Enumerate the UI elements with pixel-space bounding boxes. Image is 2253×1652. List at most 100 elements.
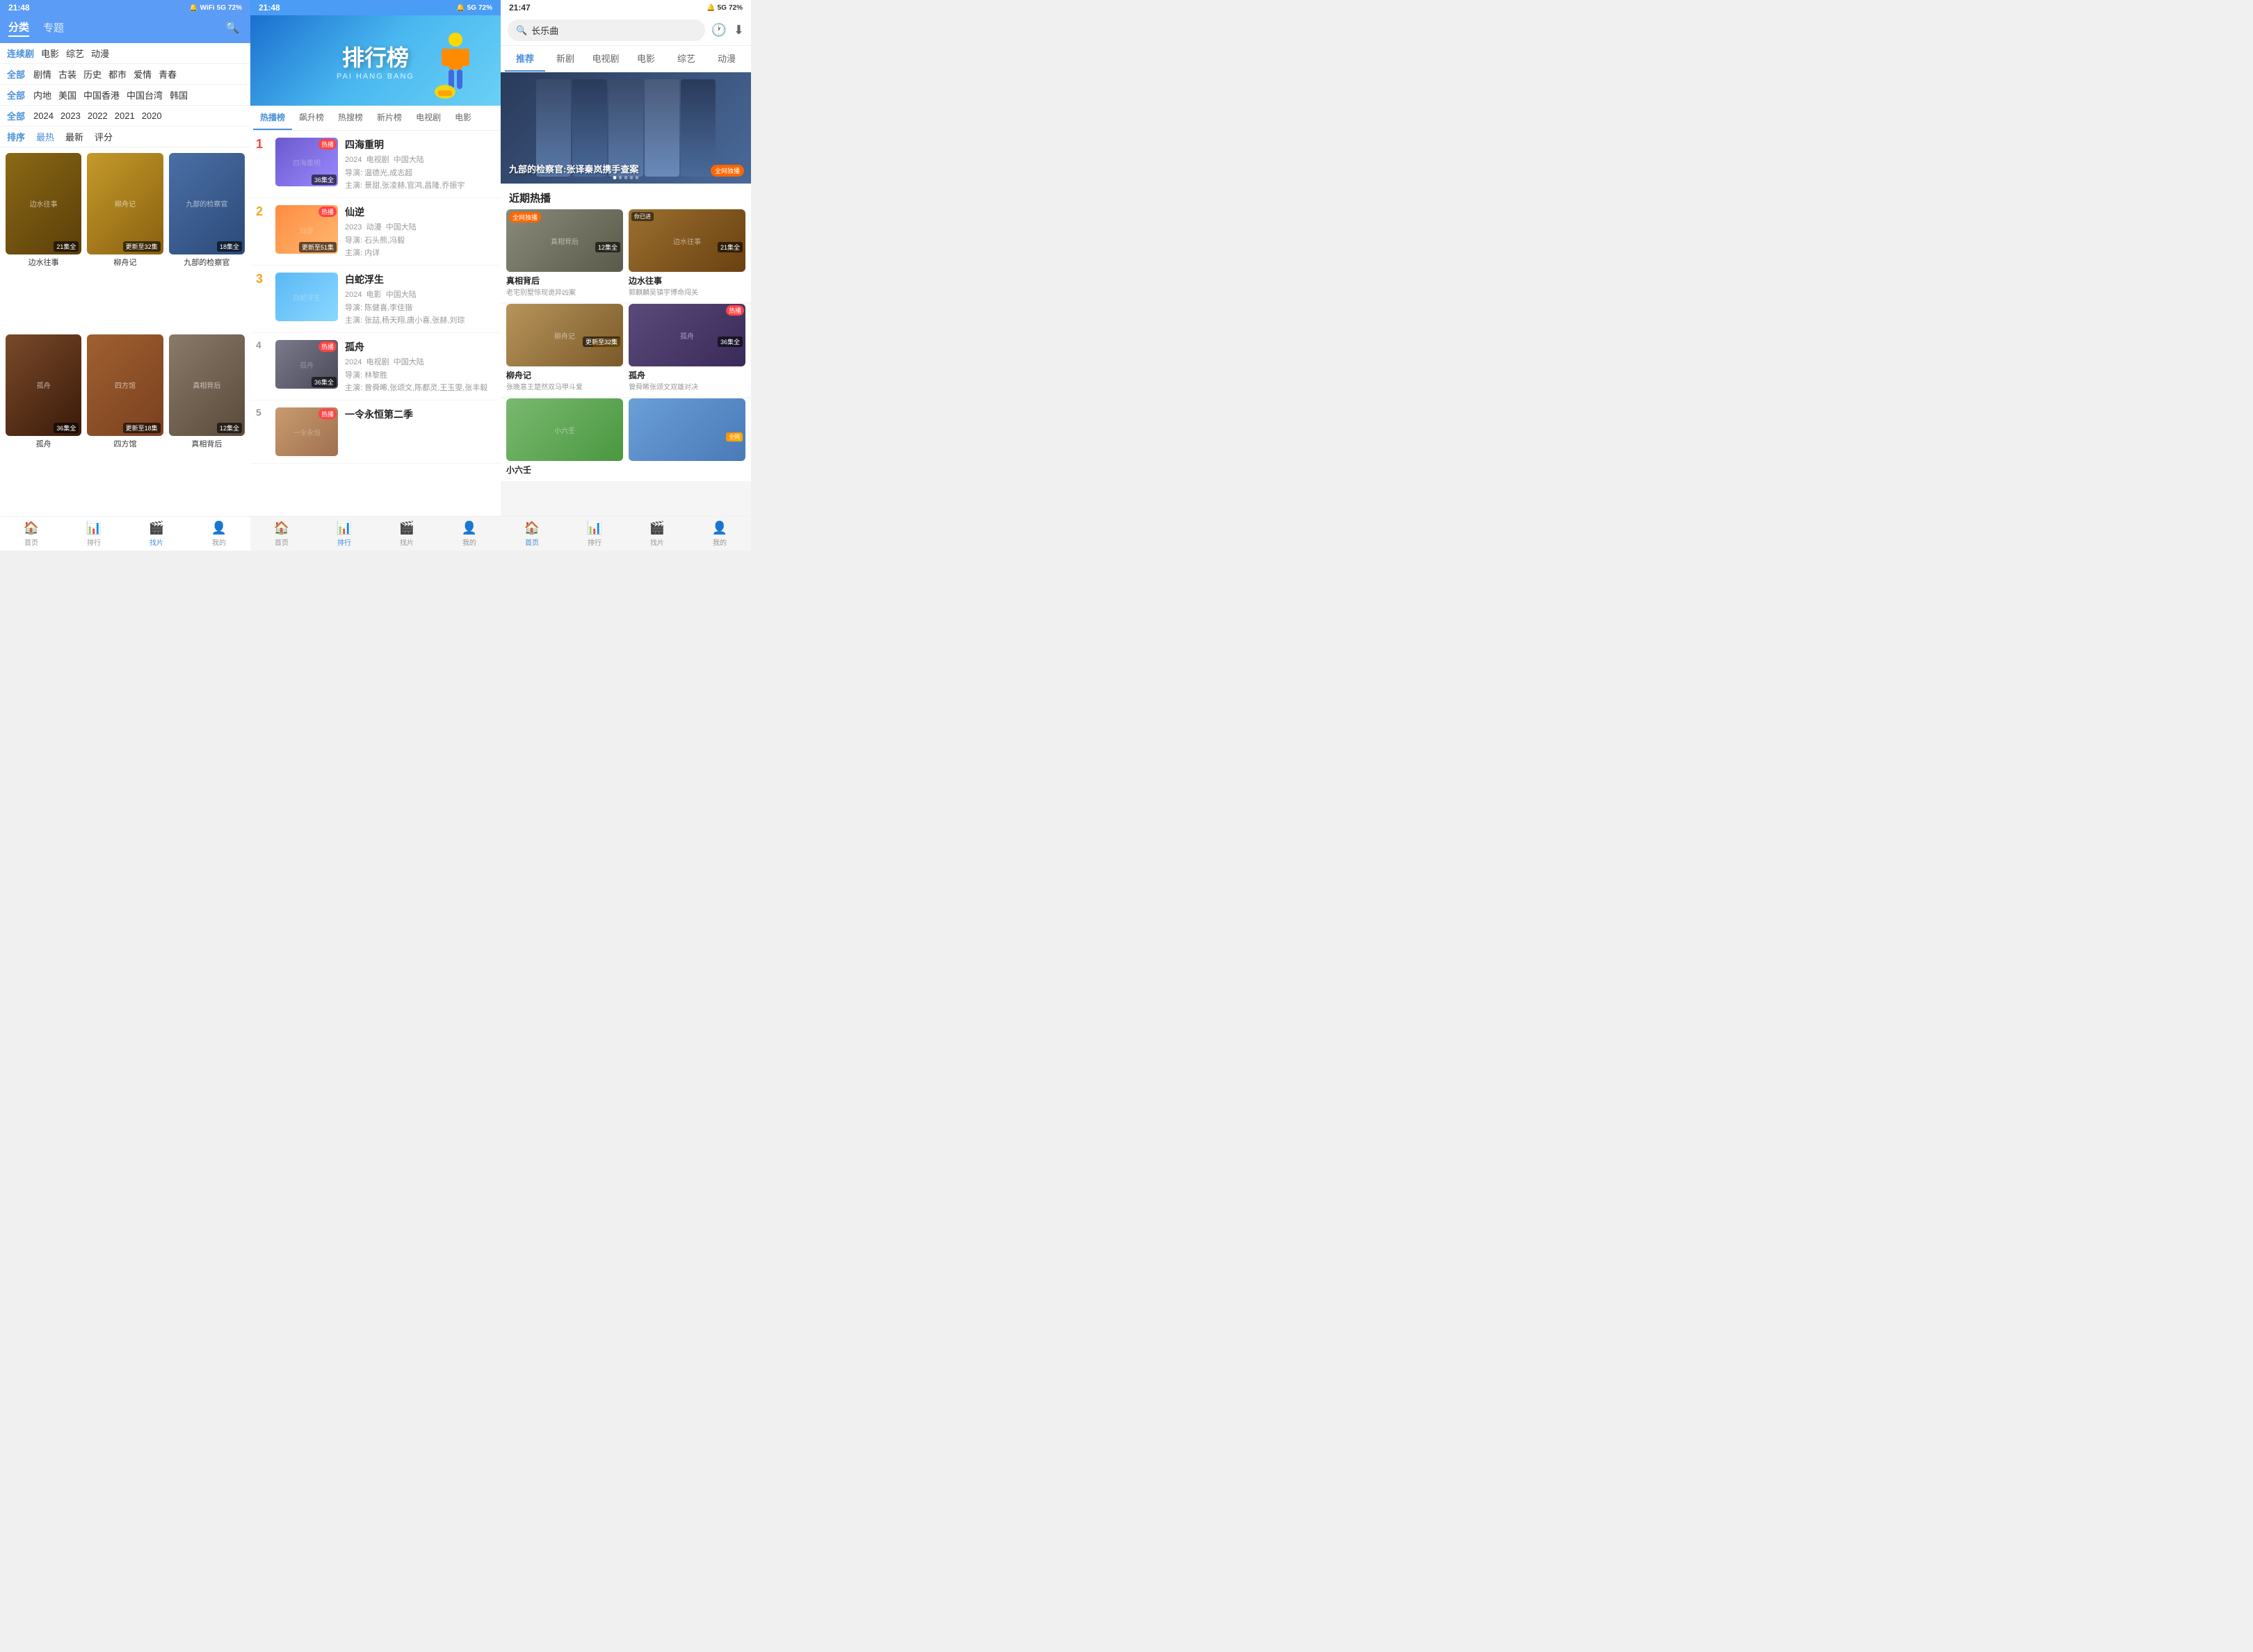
- filter-region-all[interactable]: 全部: [7, 88, 26, 102]
- filter-type-active[interactable]: 连续剧: [7, 47, 34, 60]
- nav-find-label-2: 找片: [400, 537, 414, 547]
- hot-item-bianshui[interactable]: 边水往事 你已进 21集全 边水往事 郭麒麟吴镇宇博命闯关: [629, 209, 745, 297]
- tab-rising[interactable]: 飙升榜: [292, 106, 331, 130]
- rank-info-3: 白蛇浮生 2024 电影 中国大陆 导演: 陈健喜,李佳锴 主演: 张喆,杨天翔…: [345, 273, 495, 325]
- rank-item-4[interactable]: 4 孤舟 热播 36集全 孤舟 2024 电视剧 中国大陆 导演: 林黎胜 主演…: [250, 333, 501, 400]
- hot-grid-2: 柳舟记 全网独播 更新至32集 柳舟记 张晚意王楚然双马甲斗爱 孤舟 热播 36…: [501, 304, 751, 397]
- rank-item-2[interactable]: 2 仙逆 热播 更新至51集 仙逆 2023 动漫 中国大陆 导演: 石头熊,冯…: [250, 198, 501, 266]
- filter-korea[interactable]: 韩国: [170, 88, 188, 102]
- grid-item-bianshui[interactable]: 边水往事 21集全 边水往事: [6, 153, 81, 329]
- rank-item-1[interactable]: 1 四海重明 热播 36集全 四海重明 2024 电视剧 中国大陆 导演: 温德…: [250, 131, 501, 198]
- banner-title-cn: 排行榜: [337, 40, 414, 72]
- filter-hk[interactable]: 中国香港: [83, 88, 120, 102]
- tab-classify[interactable]: 分类: [8, 19, 29, 37]
- tab-new-film[interactable]: 新片榜: [370, 106, 409, 130]
- thumb-bianshui: 边水往事 21集全: [6, 153, 81, 254]
- hot-grid-3: 小六壬 小六壬 全网: [501, 398, 751, 481]
- filter-romance[interactable]: 爱情: [134, 67, 152, 81]
- filter-movie[interactable]: 电影: [41, 47, 59, 60]
- tab-special[interactable]: 专题: [43, 20, 64, 36]
- tab-recommend[interactable]: 推荐: [505, 46, 545, 72]
- search-input-wrap[interactable]: 🔍 长乐曲: [508, 19, 705, 41]
- nav-rank-3[interactable]: 📊 排行: [563, 517, 626, 551]
- grid-item-jiubu[interactable]: 九部的检察官 18集全 九部的检察官: [169, 153, 245, 329]
- badge-zhenxiang: 12集全: [217, 423, 242, 433]
- tab-anime[interactable]: 动漫: [706, 46, 747, 72]
- panel-ranking: 21:48 🔔 5G 72% 排行榜 PAI HANG BANG: [250, 0, 501, 551]
- search-button[interactable]: 🔍: [223, 18, 242, 38]
- hero-banner[interactable]: 九部的检察官:张译秦岚携手查案 全网独播: [501, 72, 751, 184]
- grid-item-liuzhou[interactable]: 柳舟记 更新至32集 柳舟记: [87, 153, 163, 329]
- tab-tv-drama[interactable]: 电视剧: [586, 46, 626, 72]
- nav-mine-3[interactable]: 👤 我的: [688, 517, 751, 551]
- filter-genre-all[interactable]: 全部: [7, 67, 26, 81]
- tab-new-drama[interactable]: 新剧: [545, 46, 586, 72]
- history-icon[interactable]: 🕐: [711, 23, 726, 38]
- search-bar: 🔍 长乐曲 🕐 ⬇: [501, 15, 751, 46]
- tab-movie[interactable]: 电影: [448, 106, 478, 130]
- filter-2023[interactable]: 2023: [60, 111, 81, 121]
- filter-tw[interactable]: 中国台湾: [127, 88, 163, 102]
- filter-mainland[interactable]: 内地: [33, 88, 51, 102]
- rank-item-5[interactable]: 5 一令永恒 热播 一令永恒第二季: [250, 400, 501, 464]
- filter-anime[interactable]: 动漫: [91, 47, 109, 60]
- sort-rating[interactable]: 评分: [95, 130, 113, 143]
- signal-icon-3: 5G: [718, 4, 727, 12]
- nav-home-1[interactable]: 🏠 首页: [0, 517, 63, 551]
- filter-drama[interactable]: 剧情: [33, 67, 51, 81]
- filter-youth[interactable]: 青春: [159, 67, 177, 81]
- filter-2022[interactable]: 2022: [88, 111, 108, 121]
- nav-find-1[interactable]: 🎬 找片: [125, 517, 188, 551]
- nav-rank-label-2: 排行: [337, 537, 351, 547]
- nav-mine-1[interactable]: 👤 我的: [188, 517, 250, 551]
- nav-rank-2[interactable]: 📊 排行: [313, 517, 376, 551]
- ep-badge-2: 更新至51集: [299, 242, 337, 252]
- nav-home-2[interactable]: 🏠 首页: [250, 517, 313, 551]
- grid-item-zhenxiang[interactable]: 真相背后 12集全 真相背后: [169, 334, 245, 510]
- filter-usa[interactable]: 美国: [58, 88, 76, 102]
- filter-2020[interactable]: 2020: [142, 111, 162, 121]
- nav-find-2[interactable]: 🎬 找片: [376, 517, 438, 551]
- hot-item-guzhou[interactable]: 孤舟 热播 36集全 孤舟 曾舜晞张颂文双雄对决: [629, 304, 745, 391]
- filter-urban[interactable]: 都市: [108, 67, 127, 81]
- status-time-3: 21:47: [509, 3, 531, 13]
- status-icons-3: 🔔 5G 72%: [706, 4, 743, 12]
- rank-meta-4: 2024 电视剧 中国大陆: [345, 356, 495, 367]
- rank-number-1: 1: [256, 138, 268, 150]
- nav-mine-2[interactable]: 👤 我的: [438, 517, 501, 551]
- nav-find-3[interactable]: 🎬 找片: [626, 517, 688, 551]
- hot-item-zhenxiang[interactable]: 真相背后 全网独播 12集全 真相背后 老宅别墅惊现诡异凶案: [506, 209, 623, 297]
- grid-item-guzhou[interactable]: 孤舟 36集全 孤舟: [6, 334, 81, 510]
- rank-info-1: 四海重明 2024 电视剧 中国大陆 导演: 温德光,成志超 主演: 景甜,张凌…: [345, 138, 495, 191]
- filter-year-all[interactable]: 全部: [7, 109, 26, 122]
- filter-variety[interactable]: 综艺: [66, 47, 84, 60]
- sort-new[interactable]: 最新: [65, 130, 83, 143]
- rank-item-3[interactable]: 3 白蛇浮生 白蛇浮生 2024 电影 中国大陆 导演: 陈健喜,李佳锴 主演:…: [250, 266, 501, 333]
- signal-icon: 5G: [217, 4, 226, 12]
- hot-grid-1: 真相背后 全网独播 12集全 真相背后 老宅别墅惊现诡异凶案 边水往事 你已进 …: [501, 209, 751, 302]
- filter-2024[interactable]: 2024: [33, 111, 54, 121]
- bottom-nav-3: 🏠 首页 📊 排行 🎬 找片 👤 我的: [501, 516, 751, 551]
- tab-hot-search[interactable]: 热搜榜: [331, 106, 370, 130]
- sort-hot[interactable]: 最热: [36, 130, 54, 143]
- tab-movie[interactable]: 电影: [626, 46, 666, 72]
- ranking-banner: 排行榜 PAI HANG BANG: [250, 15, 501, 106]
- rank-meta-3: 2024 电影 中国大陆: [345, 289, 495, 300]
- tab-tv-drama[interactable]: 电视剧: [409, 106, 448, 130]
- download-icon[interactable]: ⬇: [734, 23, 744, 38]
- grid-item-sifang[interactable]: 四方馆 更新至18集 四方馆: [87, 334, 163, 510]
- tab-variety[interactable]: 综艺: [666, 46, 706, 72]
- hot-item-xiaoliu[interactable]: 小六壬 小六壬: [506, 398, 623, 476]
- filter-costume[interactable]: 古装: [58, 67, 76, 81]
- filter-history[interactable]: 历史: [83, 67, 102, 81]
- badge-sifang: 更新至18集: [123, 423, 161, 433]
- hot-item-liuzhou[interactable]: 柳舟记 全网独播 更新至32集 柳舟记 张晚意王楚然双马甲斗爱: [506, 304, 623, 391]
- update-badge-1: 你已进: [631, 212, 654, 221]
- tab-hot-play[interactable]: 热播榜: [253, 106, 292, 130]
- rank-number-4: 4: [256, 340, 268, 350]
- nav-home-3[interactable]: 🏠 首页: [501, 517, 563, 551]
- nav-rank-1[interactable]: 📊 排行: [63, 517, 125, 551]
- filter-2021[interactable]: 2021: [115, 111, 135, 121]
- hot-item-more[interactable]: 全网: [629, 398, 745, 476]
- status-icons-2: 🔔 5G 72%: [456, 4, 492, 12]
